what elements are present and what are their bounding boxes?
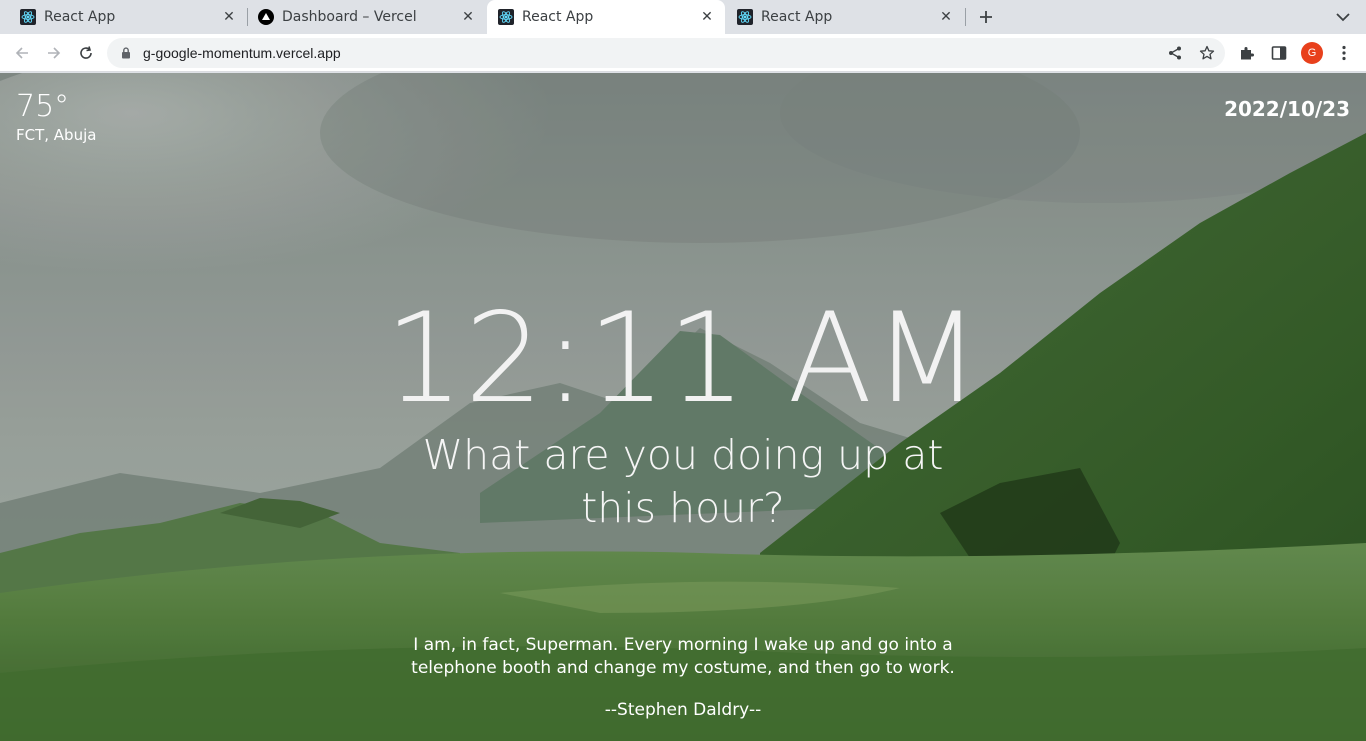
tab-divider <box>965 8 966 26</box>
tab-search-button[interactable] <box>1334 8 1352 26</box>
tab-title: React App <box>522 9 594 25</box>
arrow-left-icon <box>15 47 28 59</box>
extensions-button[interactable] <box>1238 44 1256 62</box>
date-display: 2022/10/23 <box>1224 97 1350 121</box>
tab-title: Dashboard – Vercel <box>282 9 417 25</box>
close-icon[interactable]: ✕ <box>221 9 237 25</box>
chevron-down-icon <box>1336 13 1350 22</box>
more-vertical-icon <box>1342 45 1346 61</box>
arrow-right-icon <box>48 47 61 59</box>
react-icon <box>20 9 36 25</box>
quote-text: I am, in fact, Superman. Every morning I… <box>411 635 955 678</box>
page-viewport: 75° FCT, Abuja 2022/10/23 12:11 AM What … <box>0 73 1366 741</box>
clock-time: 12:11 AM <box>384 287 982 431</box>
tab-vercel-dashboard[interactable]: Dashboard – Vercel ✕ <box>248 0 486 34</box>
tab-react-app-1[interactable]: React App ✕ <box>0 0 247 34</box>
browser-toolbar: g-google-momentum.vercel.app G <box>0 34 1366 72</box>
close-icon[interactable]: ✕ <box>460 9 476 25</box>
tab-react-app-4[interactable]: React App ✕ <box>726 0 964 34</box>
plus-icon <box>980 11 992 23</box>
lock-icon[interactable] <box>119 46 133 60</box>
side-panel-button[interactable] <box>1270 44 1288 62</box>
tab-strip: React App ✕ Dashboard – Vercel ✕ React A… <box>0 0 1366 34</box>
close-icon[interactable]: ✕ <box>699 9 715 25</box>
tab-title: React App <box>761 9 833 25</box>
side-panel-icon <box>1271 46 1287 60</box>
back-button[interactable] <box>12 43 32 63</box>
react-icon <box>498 9 514 25</box>
share-button[interactable] <box>1167 45 1183 61</box>
new-tab-button[interactable] <box>976 7 996 27</box>
close-icon[interactable]: ✕ <box>938 9 954 25</box>
star-icon <box>1199 45 1215 60</box>
tab-react-app-active[interactable]: React App ✕ <box>487 0 725 34</box>
vercel-icon <box>258 9 274 25</box>
react-icon <box>737 9 753 25</box>
weather-widget: 75° FCT, Abuja <box>16 89 96 145</box>
greeting-message: What are you doing up at this hour? <box>422 431 944 532</box>
address-bar[interactable]: g-google-momentum.vercel.app <box>107 38 1225 68</box>
reload-icon <box>80 46 92 59</box>
reload-button[interactable] <box>76 43 96 63</box>
bookmark-button[interactable] <box>1199 45 1215 61</box>
quote-author: --Stephen Daldry-- <box>604 700 762 720</box>
forward-button[interactable] <box>44 43 64 63</box>
weather-location: FCT, Abuja <box>16 126 97 144</box>
puzzle-icon <box>1241 47 1254 60</box>
share-icon <box>1169 46 1181 60</box>
tab-title: React App <box>44 9 116 25</box>
temperature: 75° <box>16 89 70 124</box>
url-text[interactable]: g-google-momentum.vercel.app <box>143 45 341 61</box>
profile-avatar[interactable]: G <box>1301 42 1323 64</box>
menu-button[interactable] <box>1337 44 1351 62</box>
